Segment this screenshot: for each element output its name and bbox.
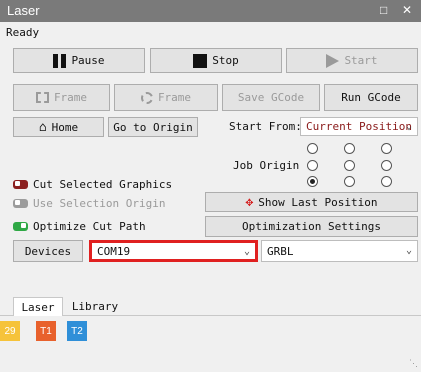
start-from-value: Current Position <box>306 120 412 133</box>
job-origin-radio[interactable] <box>307 143 318 154</box>
optimization-settings-button[interactable]: Optimization Settings <box>205 216 418 237</box>
job-origin-radio[interactable] <box>381 176 392 187</box>
status-text: Ready <box>6 26 40 39</box>
stop-icon <box>193 53 208 68</box>
tab-library[interactable]: Library <box>64 297 126 315</box>
resize-grip-icon[interactable]: ⋱ <box>409 359 418 369</box>
go-to-origin-button[interactable]: Go to Origin <box>108 117 198 137</box>
job-origin-radio[interactable] <box>344 143 355 154</box>
layer-chip-label: T2 <box>71 325 83 337</box>
home-icon: ⌂ <box>38 119 47 135</box>
controller-select[interactable]: GRBL ⌄ <box>261 240 418 262</box>
chevron-down-icon: ⌄ <box>405 245 412 256</box>
use-selection-origin-toggle[interactable] <box>13 199 28 208</box>
tab-laser-label: Laser <box>21 300 55 314</box>
optimization-settings-label: Optimization Settings <box>241 220 382 233</box>
run-gcode-button[interactable]: Run GCode <box>324 84 418 111</box>
devices-button[interactable]: Devices <box>13 240 83 262</box>
start-from-label: Start From: <box>229 120 302 133</box>
stop-button[interactable]: Stop <box>150 48 282 73</box>
frame-round-label: Frame <box>157 91 192 104</box>
chevron-down-icon: ⌄ <box>243 246 250 257</box>
chevron-down-icon: ⌄ <box>405 121 412 132</box>
cut-selected-label: Cut Selected Graphics <box>33 178 173 191</box>
controller-value: GRBL <box>267 244 294 258</box>
start-button[interactable]: Start <box>286 48 418 73</box>
job-origin-radio[interactable] <box>381 143 392 154</box>
close-icon[interactable]: ✕ <box>402 3 412 17</box>
frame-button[interactable]: Frame <box>13 84 110 111</box>
go-to-origin-label: Go to Origin <box>113 120 193 134</box>
frame-label: Frame <box>53 91 88 104</box>
devices-label: Devices <box>24 244 72 258</box>
layer-chip[interactable]: T1 <box>36 321 56 341</box>
job-origin-label: Job Origin <box>233 159 300 172</box>
home-button[interactable]: ⌂ Home <box>13 117 104 137</box>
cut-selected-toggle[interactable] <box>13 180 28 189</box>
layer-chip[interactable]: 29 <box>0 321 20 341</box>
job-origin-radio[interactable] <box>307 176 318 187</box>
bottom-tabs: Laser Library <box>0 297 421 316</box>
job-origin-radio[interactable] <box>344 160 355 171</box>
port-select[interactable]: COM19 ⌄ <box>89 240 258 262</box>
show-last-position-button[interactable]: ✥ Show Last Position <box>205 192 418 212</box>
run-gcode-label: Run GCode <box>341 91 401 104</box>
optimize-cut-path-toggle[interactable] <box>13 222 28 231</box>
optimize-cut-path-label: Optimize Cut Path <box>33 220 146 233</box>
save-gcode-label: Save GCode <box>237 91 305 104</box>
frame-round-button[interactable]: Frame <box>114 84 218 111</box>
crosshair-icon: ✥ <box>245 194 254 210</box>
home-label: Home <box>51 120 79 134</box>
show-last-position-label: Show Last Position <box>258 195 378 209</box>
stop-label: Stop <box>212 54 239 67</box>
pause-button[interactable]: Pause <box>13 48 145 73</box>
layer-chip[interactable]: T2 <box>67 321 87 341</box>
start-from-select[interactable]: Current Position ⌄ <box>300 117 418 136</box>
pause-icon <box>53 53 67 68</box>
tab-laser[interactable]: Laser <box>13 297 63 316</box>
port-value: COM19 <box>97 244 131 258</box>
save-gcode-button[interactable]: Save GCode <box>222 84 320 111</box>
layer-chip-label: 29 <box>4 325 16 337</box>
window-title: Laser <box>7 3 40 18</box>
frame-circle-icon <box>140 91 153 104</box>
title-bar: Laser □ ✕ <box>0 0 421 22</box>
play-icon <box>326 53 340 68</box>
pause-label: Pause <box>71 54 105 67</box>
start-label: Start <box>344 54 378 67</box>
layer-chip-label: T1 <box>40 325 52 337</box>
job-origin-radio[interactable] <box>307 160 318 171</box>
tab-library-label: Library <box>71 299 119 313</box>
float-icon[interactable]: □ <box>380 3 387 17</box>
job-origin-radio[interactable] <box>381 160 392 171</box>
job-origin-radio[interactable] <box>344 176 355 187</box>
frame-corners-icon <box>35 92 49 103</box>
use-selection-origin-label: Use Selection Origin <box>33 197 166 210</box>
